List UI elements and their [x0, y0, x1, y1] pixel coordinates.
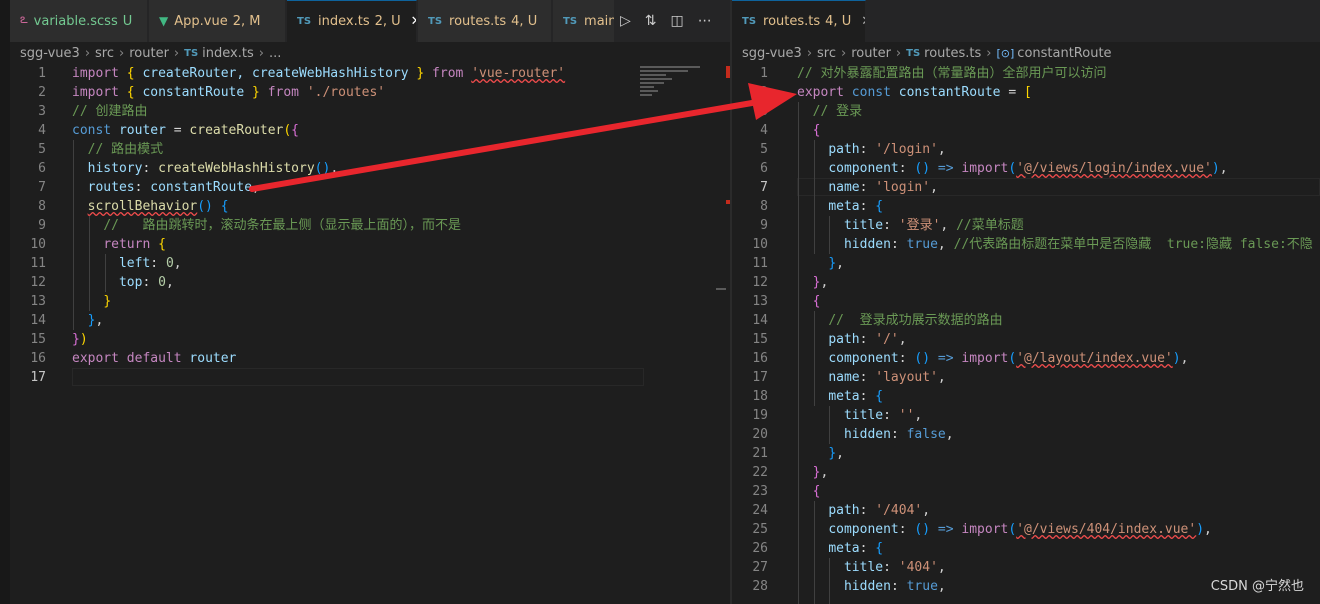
watermark: CSDN @宁然也: [1210, 579, 1304, 594]
arrow-shaft: [249, 100, 755, 192]
arrow-head: [748, 83, 797, 120]
arrow-annotation: [249, 83, 797, 192]
